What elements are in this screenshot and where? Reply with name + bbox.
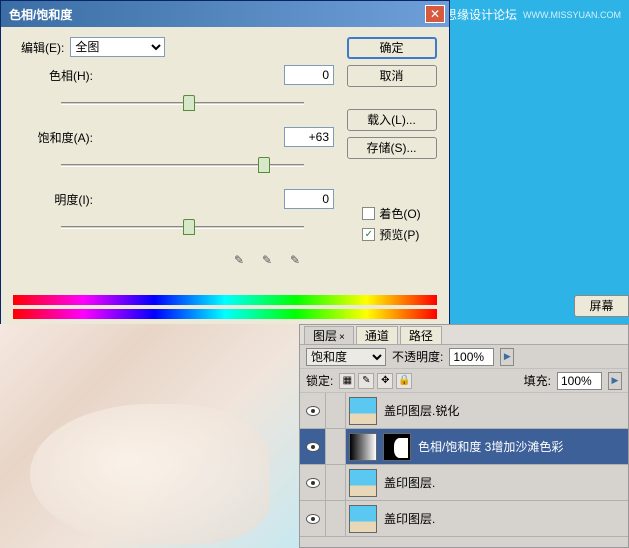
layer-name: 盖印图层. bbox=[380, 474, 435, 491]
layer-thumbnail[interactable] bbox=[349, 469, 377, 497]
mask-thumbnail[interactable] bbox=[383, 433, 411, 461]
visibility-eye-icon[interactable] bbox=[306, 514, 320, 524]
tab-close-icon[interactable]: × bbox=[339, 332, 345, 343]
hue-saturation-dialog: 色相/饱和度 ✕ 编辑(E): 全图 色相(H): 饱和度(A): bbox=[0, 0, 450, 332]
visibility-eye-icon[interactable] bbox=[306, 478, 320, 488]
watermark: 思缘设计论坛 WWW.MISSYUAN.COM bbox=[445, 6, 621, 23]
screen-button[interactable]: 屏幕 bbox=[574, 295, 629, 317]
dialog-title: 色相/饱和度 bbox=[9, 6, 72, 23]
eyedropper-subtract-icon[interactable]: ✎ bbox=[286, 251, 304, 269]
layer-name: 盖印图层.锐化 bbox=[380, 402, 459, 419]
layer-row[interactable]: 盖印图层.锐化 bbox=[300, 393, 628, 429]
lock-all-icon[interactable]: 🔒 bbox=[396, 373, 412, 389]
opacity-arrow-icon[interactable]: ▶ bbox=[500, 348, 514, 366]
close-button[interactable]: ✕ bbox=[425, 5, 445, 23]
edit-select[interactable]: 全图 bbox=[70, 37, 165, 57]
opacity-label: 不透明度: bbox=[392, 348, 443, 365]
visibility-eye-icon[interactable] bbox=[306, 442, 320, 452]
lock-position-icon[interactable]: ✥ bbox=[377, 373, 393, 389]
visibility-eye-icon[interactable] bbox=[306, 406, 320, 416]
eyedropper-icon[interactable]: ✎ bbox=[230, 251, 248, 269]
preview-checkbox[interactable]: ✓ bbox=[362, 228, 375, 241]
save-button[interactable]: 存储(S)... bbox=[347, 137, 437, 159]
lightness-input[interactable] bbox=[284, 189, 334, 209]
saturation-label: 饱和度(A): bbox=[11, 129, 101, 146]
saturation-slider-thumb[interactable] bbox=[258, 157, 270, 173]
saturation-input[interactable] bbox=[284, 127, 334, 147]
load-button[interactable]: 载入(L)... bbox=[347, 109, 437, 131]
color-spectrum bbox=[13, 295, 437, 319]
layer-row[interactable]: 盖印图层. bbox=[300, 465, 628, 501]
tab-layers[interactable]: 图层× bbox=[304, 326, 354, 344]
tab-paths[interactable]: 路径 bbox=[400, 326, 442, 344]
hue-label: 色相(H): bbox=[11, 67, 101, 84]
hue-input[interactable] bbox=[284, 65, 334, 85]
fill-arrow-icon[interactable]: ▶ bbox=[608, 372, 622, 390]
eyedropper-add-icon[interactable]: ✎ bbox=[258, 251, 276, 269]
lock-pixels-icon[interactable]: ✎ bbox=[358, 373, 374, 389]
fill-input[interactable] bbox=[557, 372, 602, 390]
layer-name: 盖印图层. bbox=[380, 510, 435, 527]
layer-thumbnail[interactable] bbox=[349, 505, 377, 533]
lock-transparency-icon[interactable]: ▦ bbox=[339, 373, 355, 389]
colorize-checkbox[interactable] bbox=[362, 207, 375, 220]
lightness-slider[interactable] bbox=[61, 217, 304, 237]
photo-preview bbox=[0, 324, 299, 548]
colorize-label: 着色(O) bbox=[379, 205, 420, 222]
preview-label: 预览(P) bbox=[379, 226, 419, 243]
edit-label: 编辑(E): bbox=[21, 39, 64, 56]
hue-slider-thumb[interactable] bbox=[183, 95, 195, 111]
lightness-slider-thumb[interactable] bbox=[183, 219, 195, 235]
layers-panel: 图层× 通道 路径 饱和度 不透明度: ▶ 锁定: ▦ ✎ ✥ 🔒 填充: ▶ … bbox=[299, 324, 629, 548]
adjustment-thumbnail[interactable] bbox=[349, 433, 377, 461]
layer-row[interactable]: 盖印图层. bbox=[300, 501, 628, 537]
layer-row[interactable]: 色相/饱和度 3增加沙滩色彩 bbox=[300, 429, 628, 465]
close-icon: ✕ bbox=[430, 7, 440, 21]
tab-channels[interactable]: 通道 bbox=[356, 326, 398, 344]
opacity-input[interactable] bbox=[449, 348, 494, 366]
ok-button[interactable]: 确定 bbox=[347, 37, 437, 59]
lightness-label: 明度(I): bbox=[11, 191, 101, 208]
cancel-button[interactable]: 取消 bbox=[347, 65, 437, 87]
saturation-slider[interactable] bbox=[61, 155, 304, 175]
titlebar[interactable]: 色相/饱和度 ✕ bbox=[1, 1, 449, 27]
blend-mode-select[interactable]: 饱和度 bbox=[306, 348, 386, 366]
lock-label: 锁定: bbox=[306, 372, 333, 389]
layer-thumbnail[interactable] bbox=[349, 397, 377, 425]
hue-slider[interactable] bbox=[61, 93, 304, 113]
fill-label: 填充: bbox=[524, 372, 551, 389]
layer-name: 色相/饱和度 3增加沙滩色彩 bbox=[414, 438, 563, 455]
